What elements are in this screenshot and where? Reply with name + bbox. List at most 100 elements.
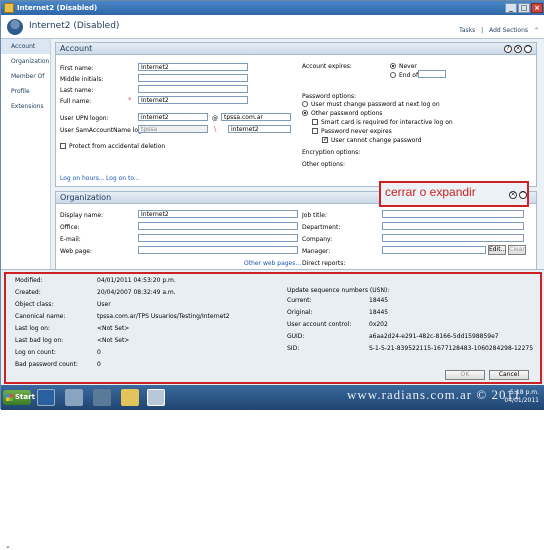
annotation-text: cerrar o expandir <box>385 185 476 199</box>
user-object-icon <box>4 3 14 13</box>
maximize-button[interactable]: □ <box>518 3 530 13</box>
full-name-field[interactable]: Internet2 <box>138 96 248 104</box>
upn-field[interactable]: internet2 <box>138 113 208 121</box>
password-options-label: Password options: <box>302 93 357 100</box>
required-marker: * <box>128 96 132 104</box>
content-area: Account ? × ^ First name: Internet2 Midd… <box>51 39 544 269</box>
account-section-title: Account <box>56 43 536 55</box>
office-field[interactable] <box>138 222 298 230</box>
close-section-icon[interactable]: × <box>514 45 522 53</box>
department-field[interactable] <box>382 222 524 230</box>
explorer-icon[interactable] <box>121 389 139 406</box>
end-of-date-field[interactable] <box>418 70 446 78</box>
minimize-button[interactable]: _ <box>505 3 517 13</box>
logon-hours-link[interactable]: Log on hours... <box>60 175 105 182</box>
at-sign: @ <box>212 115 218 122</box>
first-name-field[interactable]: Internet2 <box>138 63 248 71</box>
section-nav: Account Organization Member Of Profile E… <box>1 39 51 269</box>
clear-manager-button[interactable]: Clear <box>508 245 526 255</box>
protect-label: Protect from accidental deletion <box>69 143 166 150</box>
user-icon <box>7 19 23 35</box>
middle-initials-field[interactable] <box>138 74 248 82</box>
other-options-toggle[interactable]: Other options: <box>302 161 345 168</box>
never-radio[interactable] <box>390 63 396 69</box>
add-sections-menu[interactable]: Add Sections <box>489 27 528 34</box>
console-icon[interactable] <box>93 389 111 406</box>
expires-label: Account expires: <box>302 63 352 70</box>
job-title-field[interactable] <box>382 210 524 218</box>
logon-to-link[interactable]: Log on to... <box>106 175 140 182</box>
collapse-icon-highlight[interactable]: ^ <box>519 191 527 199</box>
required-marker-sam: \ <box>214 125 217 133</box>
end-of-label: End of <box>399 72 419 79</box>
display-name-label: Display name: <box>60 212 104 219</box>
annotation-box: cerrar o expandir × ^ <box>379 181 529 207</box>
nav-member-of[interactable]: Member Of <box>1 69 50 84</box>
start-button[interactable]: Start <box>3 390 35 405</box>
properties-window: Internet2 (Disabled) _ □ × Internet2 (Di… <box>0 0 544 550</box>
nav-organization[interactable]: Organization <box>1 54 50 69</box>
smart-card-checkbox[interactable] <box>312 119 318 125</box>
company-field[interactable] <box>382 234 524 242</box>
other-pw-radio[interactable] <box>302 110 308 116</box>
company-label: Company: <box>302 236 333 243</box>
close-section-icon-highlight[interactable]: × <box>509 191 517 199</box>
details-highlight-box <box>4 272 542 384</box>
upn-label: User UPN logon: <box>60 115 109 122</box>
clock-date: 04/01/2011 <box>504 397 539 404</box>
middle-initials-label: Middle initials: <box>60 76 104 83</box>
clock-time: 5:18 p.m. <box>510 389 539 396</box>
smart-card-label: Smart card is required for interactive l… <box>321 119 453 126</box>
pw-never-expires-label: Password never expires <box>321 128 392 135</box>
expand-header-icon[interactable]: ⌃ <box>534 27 539 34</box>
account-section: Account ? × ^ First name: Internet2 Midd… <box>55 42 537 187</box>
nav-extensions[interactable]: Extensions <box>1 99 50 114</box>
window-title: Internet2 (Disabled) <box>17 4 98 12</box>
other-web-pages-link[interactable]: Other web pages... <box>244 260 301 267</box>
manager-label: Manager: <box>302 248 331 255</box>
must-change-radio[interactable] <box>302 101 308 107</box>
display-name-field[interactable]: Internet2 <box>138 210 298 218</box>
cannot-change-checkbox[interactable] <box>322 136 328 143</box>
first-name-label: First name: <box>60 65 94 72</box>
direct-reports-label: Direct reports: <box>302 260 346 267</box>
close-button[interactable]: × <box>531 3 543 13</box>
tasks-menu[interactable]: Tasks <box>459 27 475 34</box>
email-label: E-mail: <box>60 236 81 243</box>
watermark: www.radians.com.ar © 2011 <box>347 387 521 402</box>
server-manager-icon[interactable] <box>65 389 83 406</box>
other-pw-label: Other password options <box>311 110 383 117</box>
ad-admin-center-icon[interactable] <box>147 389 165 406</box>
web-page-field[interactable] <box>138 246 298 254</box>
sam-domain-field: tpssa <box>138 125 208 133</box>
help-icon[interactable]: ? <box>504 45 512 53</box>
nav-profile[interactable]: Profile <box>1 84 50 99</box>
office-label: Office: <box>60 224 80 231</box>
encryption-options-toggle[interactable]: Encryption options: <box>302 149 360 156</box>
cannot-change-label: User cannot change password <box>331 137 422 144</box>
email-field[interactable] <box>138 234 298 242</box>
full-name-label: Full name: <box>60 98 92 105</box>
last-name-field[interactable] <box>138 85 248 93</box>
upn-domain-select[interactable]: tpssa.com.ar <box>221 113 291 121</box>
object-header: Internet2 (Disabled) Tasks | Add Section… <box>1 15 544 39</box>
collapse-icon[interactable]: ^ <box>524 45 532 53</box>
nav-account[interactable]: Account <box>1 39 50 54</box>
powershell-icon[interactable] <box>37 389 55 406</box>
sam-field[interactable]: internet2 <box>228 125 291 133</box>
pw-never-expires-checkbox[interactable] <box>312 128 318 134</box>
object-name: Internet2 (Disabled) <box>29 21 120 31</box>
must-change-label: User must change password at next log on <box>311 101 440 108</box>
menu-separator: | <box>481 27 484 34</box>
protect-checkbox[interactable] <box>60 143 66 149</box>
end-of-radio[interactable] <box>390 72 396 78</box>
clock: 5:18 p.m. 04/01/2011 <box>504 389 539 405</box>
job-title-label: Job title: <box>302 212 327 219</box>
collapse-details-icon[interactable]: ⌄ <box>5 542 11 550</box>
last-name-label: Last name: <box>60 87 94 94</box>
department-label: Department: <box>302 224 341 231</box>
edit-manager-button[interactable]: Edit... <box>488 245 506 255</box>
manager-field[interactable] <box>382 246 486 254</box>
title-bar: Internet2 (Disabled) _ □ × <box>1 1 544 15</box>
web-page-label: Web page: <box>60 248 92 255</box>
